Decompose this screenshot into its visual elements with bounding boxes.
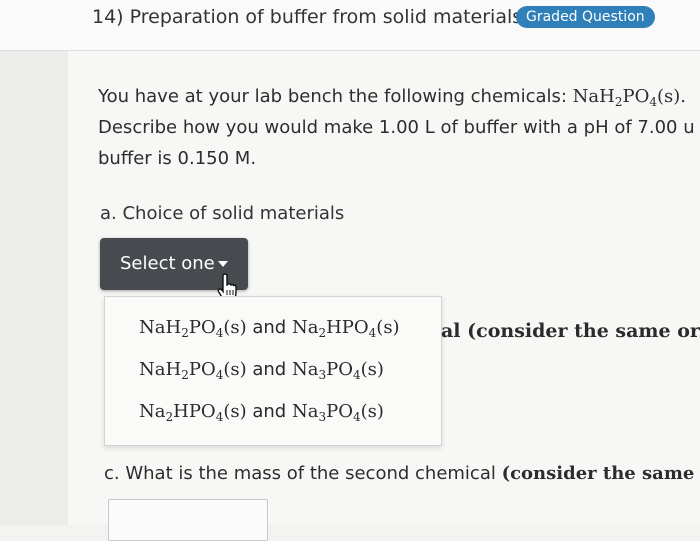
part-c-label: c. What is the mass of the second chemic…	[104, 463, 700, 484]
part-c-answer-input[interactable]	[108, 499, 268, 541]
question-title: 14) Preparation of buffer from solid mat…	[92, 6, 523, 28]
left-margin	[0, 51, 68, 525]
option-na2hpo4-na3po4[interactable]: Na2HPO4(s) and Na3PO4(s)	[139, 401, 384, 423]
dropdown-menu: NaH2PO4(s) and Na2HPO4(s) NaH2PO4(s) and…	[104, 296, 442, 446]
graded-question-badge: Graded Question	[516, 6, 655, 28]
question-line-1: You have at your lab bench the following…	[98, 86, 687, 109]
option-nah2po4-na3po4[interactable]: NaH2PO4(s) and Na3PO4(s)	[139, 359, 384, 381]
question-line-2: Describe how you would make 1.00 L of bu…	[98, 117, 695, 138]
caret-down-icon	[218, 261, 228, 267]
option-nah2po4-na2hpo4[interactable]: NaH2PO4(s) and Na2HPO4(s)	[139, 317, 400, 339]
part-a-label: a. Choice of solid materials	[100, 203, 345, 224]
formula-nah2po4: NaH2PO4(s).	[572, 86, 687, 109]
part-b-partial-text: al (consider the same orde	[441, 320, 700, 342]
select-label: Select one	[120, 253, 215, 274]
question-header: 14) Preparation of buffer from solid mat…	[0, 0, 700, 51]
question-line-3: buffer is 0.150 M.	[98, 148, 257, 169]
